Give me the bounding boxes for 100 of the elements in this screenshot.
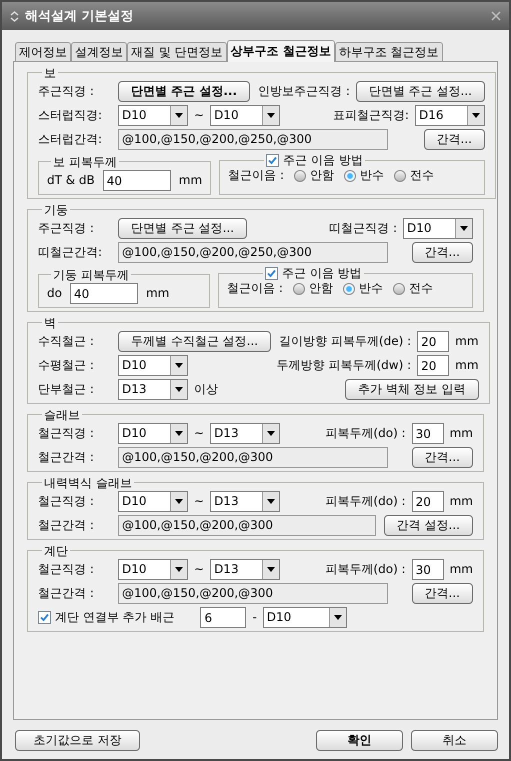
dialog-button[interactable]: 확인 — [316, 730, 403, 751]
dropdown[interactable]: D10 — [118, 491, 188, 512]
checkbox-option[interactable]: 주근 이음 방법 — [265, 266, 362, 281]
input-field[interactable]: 20 — [412, 491, 444, 512]
dropdown[interactable]: D10 — [118, 423, 188, 444]
field-label: ~ — [194, 108, 204, 123]
action-button[interactable]: 단면별 주근 설정... — [356, 81, 485, 102]
tab[interactable]: 제어정보 — [15, 42, 71, 61]
field-label: mm — [450, 426, 473, 441]
checkbox-option[interactable]: 주근 이음 방법 — [266, 153, 363, 168]
checkbox-option[interactable]: 계단 연결부 추가 배근 — [38, 610, 174, 625]
input-field[interactable]: 30 — [412, 423, 444, 444]
dropdown[interactable]: D10 — [118, 355, 188, 376]
action-button[interactable]: 추가 벽체 정보 입력 — [345, 379, 479, 400]
field-label: ~ — [194, 494, 204, 509]
close-icon[interactable] — [491, 11, 501, 21]
field-label: 피복두께(do) : — [325, 426, 406, 441]
field-label: 철근간격 : — [38, 518, 95, 533]
field-label: mm — [146, 286, 170, 301]
tab[interactable]: 하부구조 철근정보 — [334, 42, 443, 61]
action-button[interactable]: 두께별 수직철근 설정... — [118, 331, 272, 352]
field-label: ~ — [194, 562, 204, 577]
field-label: do — [47, 286, 62, 301]
section-title: 계단 — [44, 544, 68, 558]
field-label: dT & dB — [47, 173, 95, 188]
dropdown[interactable]: D13 — [210, 491, 280, 512]
field-label: 길이방향 피복두께(de) : — [279, 334, 412, 349]
input-field[interactable]: 6 — [200, 607, 246, 628]
input-field[interactable]: 20 — [417, 331, 450, 352]
radio-button[interactable]: 안함 — [292, 281, 333, 296]
field-label: mm — [450, 562, 473, 577]
group-title: 보 피복두께 — [53, 155, 117, 169]
field-label: - — [252, 610, 257, 625]
dialog-button[interactable]: 초기값으로 저장 — [15, 730, 140, 751]
dropdown[interactable]: D13 — [118, 379, 188, 400]
readonly-field: @100,@150,@200,@300 — [118, 515, 376, 536]
dropdown[interactable]: D10 — [210, 105, 280, 126]
field-label: mm — [455, 358, 479, 373]
readonly-field: @100,@150,@200,@300 — [118, 583, 388, 604]
field-label: 주근직경 : — [38, 84, 95, 99]
field-label: 철근이음 : — [227, 281, 283, 296]
field-label: mm — [178, 173, 202, 188]
readonly-field: @100,@150,@200,@250,@300 — [118, 242, 388, 263]
action-button[interactable]: 간격... — [412, 242, 473, 263]
dropdown[interactable]: D10 — [262, 607, 347, 628]
dialog-button[interactable]: 취소 — [411, 730, 498, 751]
radio-button[interactable]: 안함 — [294, 168, 334, 183]
field-label: 피복두께(do) : — [325, 494, 406, 509]
field-label: 철근직경 : — [38, 426, 95, 441]
field-label: mm — [455, 334, 479, 349]
radio-button[interactable]: 반수 — [344, 168, 384, 183]
field-label: 인방보주근직경 : — [258, 84, 350, 99]
action-button[interactable]: 단면별 주근 설정... — [118, 218, 248, 239]
dropdown[interactable]: D13 — [210, 559, 280, 580]
readonly-field: @100,@150,@200,@300 — [118, 447, 388, 468]
radio-button[interactable]: 반수 — [342, 281, 383, 296]
section-title: 내력벽식 슬래브 — [44, 476, 132, 490]
window-title: 해석설계 기본설정 — [25, 8, 135, 24]
field-label: mm — [450, 494, 473, 509]
field-label: 수직철근 : — [38, 334, 95, 349]
dropdown[interactable]: D10 — [118, 559, 188, 580]
action-button[interactable]: 간격... — [412, 583, 473, 604]
input-field[interactable]: 30 — [412, 559, 444, 580]
section-title: 기둥 — [44, 203, 68, 217]
section-title: 슬래브 — [44, 408, 80, 422]
field-label: 띠철근간격: — [38, 245, 104, 260]
dropdown[interactable]: D13 — [210, 423, 280, 444]
tab[interactable]: 상부구조 철근정보 — [226, 40, 335, 62]
dropdown[interactable]: D10 — [118, 105, 188, 126]
field-label: 두께방향 피복두께(dw) : — [276, 358, 412, 373]
radio-button[interactable]: 전수 — [392, 281, 433, 296]
action-button[interactable]: 단면별 주근 설정... — [118, 81, 250, 102]
checkbox[interactable] — [266, 154, 280, 167]
input-field[interactable]: 40 — [102, 170, 171, 191]
field-label: 철근직경 : — [38, 494, 95, 509]
dropdown[interactable]: D16 — [414, 105, 485, 126]
tab[interactable]: 설계정보 — [71, 42, 127, 61]
section-title: 벽 — [44, 316, 56, 330]
input-field[interactable]: 40 — [70, 283, 138, 304]
field-label: 스터럽직경: — [38, 108, 104, 123]
radio-button[interactable]: 전수 — [394, 168, 434, 183]
action-button[interactable]: 간격 설정... — [384, 515, 473, 536]
field-label: 철근간격 : — [38, 450, 95, 465]
collapse-icon[interactable] — [10, 10, 19, 22]
dropdown[interactable]: D10 — [403, 218, 473, 239]
field-label: 스터럽간격: — [38, 132, 104, 147]
input-field[interactable]: 20 — [417, 355, 450, 376]
checkbox[interactable] — [265, 267, 278, 280]
field-label: 철근간격 : — [38, 586, 95, 601]
field-label: 표피철근직경: — [332, 108, 409, 123]
checkbox[interactable] — [38, 611, 51, 624]
group-title: 기둥 피복두께 — [53, 268, 129, 282]
readonly-field: @100,@150,@200,@250,@300 — [118, 129, 388, 150]
action-button[interactable]: 간격... — [412, 447, 473, 468]
field-label: 단부철근 : — [38, 382, 95, 397]
field-label: 철근직경 : — [38, 562, 95, 577]
section-title: 보 — [44, 66, 56, 80]
field-label: 철근이음 : — [228, 168, 284, 183]
action-button[interactable]: 간격... — [424, 129, 485, 150]
tab[interactable]: 재질 및 단면정보 — [127, 42, 227, 61]
